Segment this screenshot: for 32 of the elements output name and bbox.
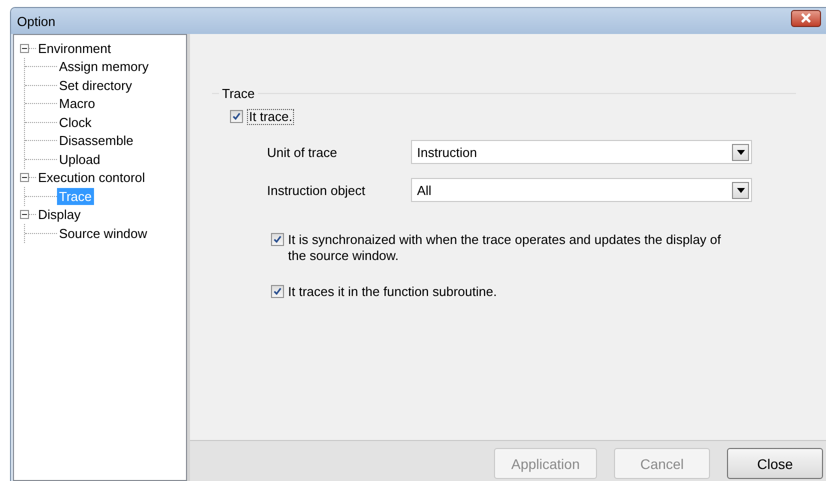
tree-item[interactable]: Assign memory <box>57 58 151 76</box>
tree-item[interactable]: Disassemble <box>57 132 136 150</box>
group-title: Trace <box>222 86 255 101</box>
dropdown-button[interactable] <box>732 182 749 198</box>
caret-icon <box>736 188 744 192</box>
tree-item[interactable]: Upload <box>57 150 102 168</box>
tree-item[interactable]: Set directory <box>57 76 134 94</box>
dropdown-button[interactable] <box>732 144 749 160</box>
tree-item[interactable]: Execution contorol <box>36 169 147 186</box>
checkbox[interactable] <box>271 285 284 298</box>
field-label: Unit of trace <box>267 144 338 160</box>
collapse-icon[interactable] <box>20 173 29 182</box>
window-title: Option <box>17 14 56 28</box>
checkbox-label[interactable]: It traces it in the function subroutine. <box>288 284 728 300</box>
collapse-icon[interactable] <box>20 44 29 53</box>
tree-item[interactable]: Display <box>36 206 83 224</box>
checkbox-label[interactable]: It trace. <box>247 109 294 125</box>
checkbox[interactable] <box>271 233 284 246</box>
close-button[interactable] <box>791 10 821 26</box>
dropdown-field[interactable]: All <box>411 178 752 202</box>
caret-icon <box>736 150 744 154</box>
collapse-icon[interactable] <box>20 210 29 220</box>
checkbox-label[interactable]: It is synchronaized with when the trace operates and updates the display of the source window. <box>288 232 728 264</box>
tree-item[interactable]: Macro <box>57 95 98 112</box>
dropdown-field[interactable]: Instruction <box>411 140 752 164</box>
checkbox[interactable] <box>230 110 243 123</box>
close-icon <box>800 13 812 23</box>
dialog-button[interactable]: Close <box>727 448 823 479</box>
field-label: Instruction object <box>267 182 366 198</box>
tree-item[interactable]: Environment <box>36 40 113 57</box>
tree-item[interactable]: Source window <box>57 224 150 242</box>
tree-item[interactable]: Clock <box>57 114 94 131</box>
